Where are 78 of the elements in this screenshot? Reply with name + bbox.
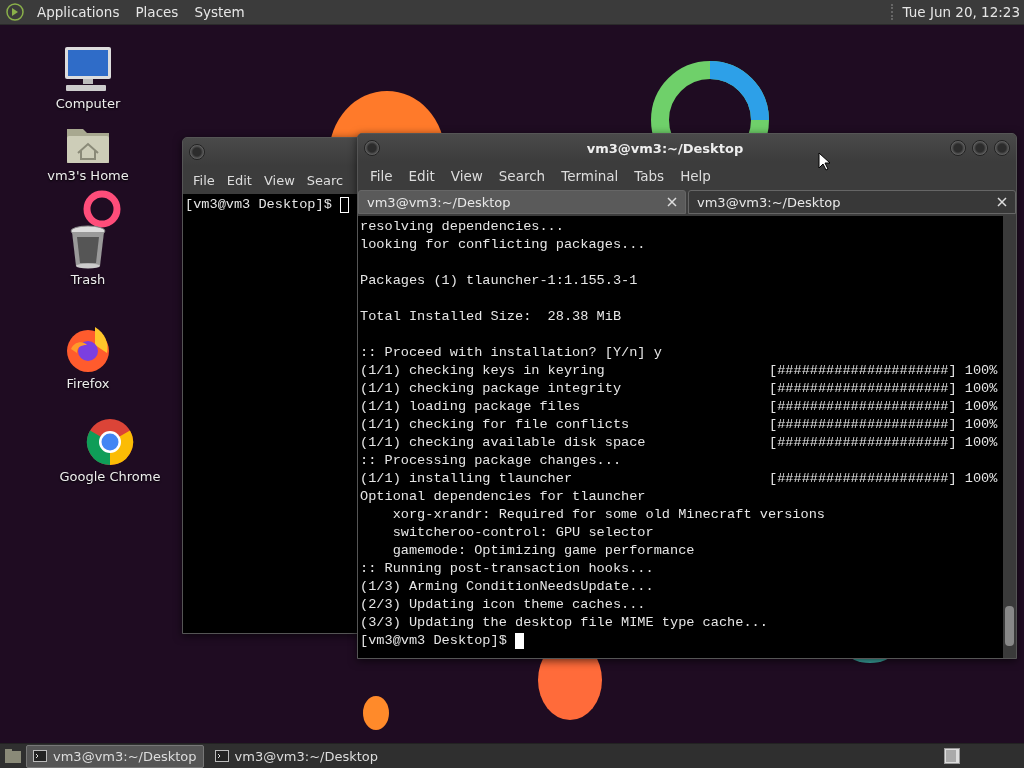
desktop-icon-label[interactable]: Firefox [66,376,110,391]
tab-label: vm3@vm3:~/Desktop [697,194,842,210]
terminal-line: :: Processing package changes... [360,452,623,470]
wallpaper-blob [363,696,389,730]
terminal-line: switcheroo-control: GPU selector [391,524,655,542]
terminal-line: (1/1) loading package files [360,398,582,416]
window-menu[interactable]: View [442,168,491,184]
text-cursor [514,633,524,649]
window-title: vm3@vm3:~/Desktop [585,140,745,156]
terminal-line: (1/3) Arming ConditionNeedsUpdate... [360,578,655,596]
maximize-button[interactable] [972,140,988,156]
taskbar-button[interactable]: vm3@vm3:~/Desktop [207,744,386,768]
terminal-icon [33,750,47,762]
scrollbar-thumb[interactable] [1005,606,1014,646]
terminal-tab[interactable]: vm3@vm3:~/Desktop [358,190,686,214]
terminal-prompt: [vm3@vm3 Desktop]$ [185,196,332,214]
desktop-icon-label[interactable]: Computer [55,96,121,111]
window-menu[interactable]: Searc [300,172,350,188]
taskbar-button[interactable]: vm3@vm3:~/Desktop [26,744,204,768]
window-menu[interactable]: File [187,172,221,188]
computer-icon [63,45,113,93]
desktop-icon-label[interactable]: vm3's Home [47,168,129,183]
clock[interactable]: Tue Jun 20, 12:23 [890,4,1024,20]
window-menu[interactable]: Terminal [553,168,627,184]
show-desktop-icon[interactable] [4,748,22,764]
window-menu[interactable]: File [362,168,401,184]
trash-icon [69,225,107,269]
desktop-icon-label[interactable]: Trash [70,272,106,287]
terminal-line: (1/1) checking package integrity [360,380,623,398]
panel-menu[interactable]: System [189,4,250,20]
window-menu[interactable]: View [257,172,301,188]
terminal-line: xorg-xrandr: Required for some old Minecraft versions [391,506,825,524]
terminal-line: (3/3) Updating the desktop file MIME type cache... [360,614,769,632]
window-menu-button[interactable] [189,144,205,160]
terminal-icon [214,750,229,762]
terminal-line: :: Proceed with installation? [Y/n] y [360,344,663,362]
mouse-pointer-icon [818,152,830,171]
close-button[interactable] [994,140,1010,156]
window-menu[interactable]: Search [490,168,554,184]
terminal-line: (2/3) Updating icon theme caches... [360,596,647,614]
desktop-icon-label[interactable]: Google Chrome [59,469,161,484]
terminal-line: (1/1) checking available disk space [360,434,647,452]
tab-label: vm3@vm3:~/Desktop [367,194,512,210]
window-menu[interactable]: Tabs [626,168,673,184]
terminal-line: gamemode: Optimizing game performance [391,542,696,560]
progress-text: [#####################] 100% [769,380,998,398]
terminal-line: Total Installed Size: 28.38 MiB [360,308,623,326]
window-menu[interactable]: Edit [220,172,258,188]
window-menu-button[interactable] [364,140,380,156]
terminal-line: (1/1) installing tlauncher [360,470,574,488]
progress-text: [#####################] 100% [769,470,998,488]
workspace-switcher-icon[interactable] [944,748,960,764]
progress-text: [#####################] 100% [769,362,998,380]
firefox-icon [65,325,111,373]
close-icon[interactable] [997,197,1007,207]
menu-logo-icon[interactable] [6,3,24,21]
terminal-tab[interactable]: vm3@vm3:~/Desktop [688,190,1016,214]
terminal-prompt: [vm3@vm3 Desktop]$ [360,632,507,650]
progress-text: [#####################] 100% [769,398,998,416]
terminal-line: resolving dependencies... [360,218,565,236]
close-icon[interactable] [667,197,677,207]
terminal-line: looking for conflicting packages... [360,236,647,254]
terminal-line: :: Running post-transaction hooks... [360,560,655,578]
terminal-line: Optional dependencies for tlauncher [360,488,647,506]
progress-text: [#####################] 100% [769,434,998,452]
terminal-line: (1/1) checking keys in keyring [360,362,606,380]
text-cursor [339,197,349,213]
progress-text: [#####################] 100% [769,416,998,434]
scrollbar[interactable] [1003,216,1016,658]
chrome-icon [86,418,134,466]
terminal-line: Packages (1) tlauncher-1:1.155.3-1 [360,272,639,290]
terminal-line: (1/1) checking for file conflicts [360,416,631,434]
window-menu[interactable]: Help [672,168,719,184]
window-menu[interactable]: Edit [400,168,443,184]
wallpaper-ring [83,190,121,228]
panel-menu[interactable]: Applications [32,4,125,20]
panel-menu[interactable]: Places [130,4,184,20]
minimize-button[interactable] [950,140,966,156]
